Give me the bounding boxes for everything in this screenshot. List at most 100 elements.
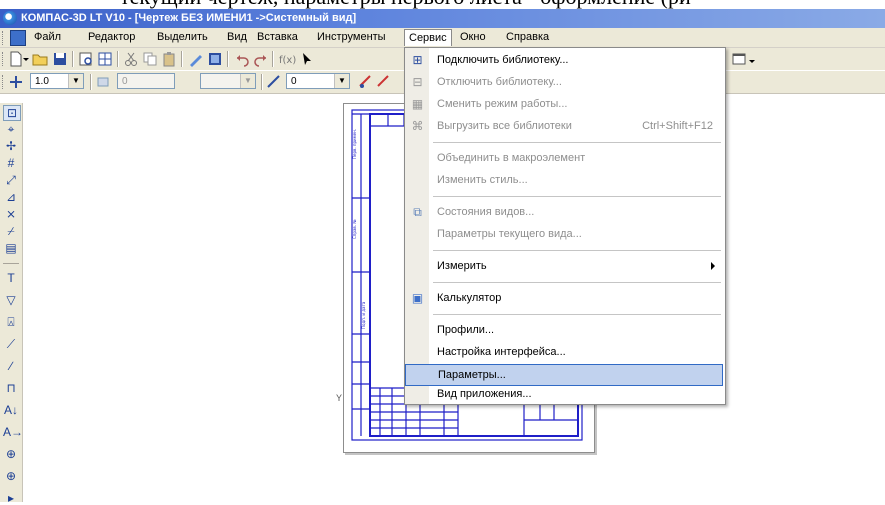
parametric-tab-icon[interactable]: ⤢ <box>3 173 19 187</box>
center-mark-icon[interactable]: ⊕ <box>3 469 19 483</box>
reports-tab-icon[interactable]: ▤ <box>3 241 19 255</box>
menu-item-label: Состояния видов... <box>437 206 535 218</box>
menu-separator <box>433 142 721 143</box>
menu-window[interactable]: Окно <box>456 31 490 43</box>
toolbar-separator <box>117 51 119 67</box>
origin-marker: Y <box>336 393 343 403</box>
pointer-help-icon[interactable] <box>300 51 316 67</box>
style-icon[interactable] <box>266 74 282 90</box>
geometry-tab-icon[interactable]: ⊡ <box>3 105 21 121</box>
menu-item-connect-library[interactable]: ⊞ Подключить библиотеку... <box>405 50 723 72</box>
symbols-tab-icon[interactable]: ✢ <box>3 139 19 153</box>
redo-icon[interactable] <box>253 51 269 67</box>
toolbar-grip[interactable] <box>2 52 6 66</box>
measure-tab-icon[interactable]: ⊿ <box>3 190 19 204</box>
menu-item-label: Параметры... <box>438 369 506 381</box>
view-arrow-icon[interactable]: A→ <box>3 425 23 439</box>
menu-item-unload-libraries[interactable]: ⌘ Выгрузить все библиотеки Ctrl+Shift+F1… <box>405 116 723 138</box>
section-line-icon[interactable]: A↓ <box>3 403 19 417</box>
datum-tool-icon[interactable]: ⍓ <box>3 315 19 329</box>
menu-item-label: Измерить <box>437 260 487 272</box>
toolbar-options-icon[interactable] <box>748 51 756 67</box>
menu-item-view-params[interactable]: Параметры текущего вида... <box>405 224 723 246</box>
svg-text:Подп. и дата: Подп. и дата <box>361 301 366 329</box>
function-icon[interactable]: f(x) <box>278 51 298 67</box>
mode-icon: ▦ <box>411 97 424 111</box>
menu-item-disconnect-library[interactable]: ⊟ Отключить библиотеку... <box>405 72 723 94</box>
menu-select[interactable]: Выделить <box>153 31 212 43</box>
menu-separator <box>433 250 721 251</box>
menu-item-label: Объединить в макроэлемент <box>437 152 586 164</box>
menubar-grip[interactable] <box>2 31 6 45</box>
toolbar-separator <box>227 51 229 67</box>
print-preview-icon[interactable] <box>78 51 94 67</box>
menu-insert[interactable]: Вставка <box>253 31 302 43</box>
cut-icon[interactable] <box>123 51 139 67</box>
document-caption: текущий чертеж, параметры первого листа … <box>0 0 885 9</box>
layer-combo[interactable]: 0 <box>117 73 175 89</box>
spec-tab-icon[interactable]: ⌿ <box>3 224 19 238</box>
menu-item-change-style[interactable]: Изменить стиль... <box>405 170 723 192</box>
style-combo[interactable]: 0 ▼ <box>286 73 350 89</box>
layer-icon[interactable] <box>96 74 112 90</box>
menu-item-label: Настройка интерфейса... <box>437 346 566 358</box>
roughness-tool-icon[interactable]: ▽ <box>3 293 19 307</box>
menu-item-profiles[interactable]: Профили... <box>405 320 723 342</box>
menu-view[interactable]: Вид <box>223 31 251 43</box>
undo-icon[interactable] <box>234 51 250 67</box>
menu-item-app-view[interactable]: Вид приложения... <box>405 386 723 404</box>
save-icon[interactable] <box>52 51 68 67</box>
menu-item-label: Выгрузить все библиотеки <box>437 120 572 132</box>
round-icon[interactable] <box>376 74 392 90</box>
paste-icon[interactable] <box>161 51 177 67</box>
leader-tool-icon[interactable]: ⟋ <box>3 337 19 351</box>
more-tools-icon[interactable]: ▸ <box>3 491 19 505</box>
compact-toolbar: ⊡ ⌖ ✢ # ⤢ ⊿ ⨯ ⌿ ▤ T ▽ ⍓ ⟋ ∕ ⊓ A↓ A→ ⊕ ⊕ … <box>0 103 23 505</box>
menu-item-label: Профили... <box>437 324 495 336</box>
menu-service[interactable]: Сервис <box>404 29 452 46</box>
window-icon[interactable] <box>731 51 747 67</box>
manager-icon[interactable] <box>207 51 223 67</box>
application-window: КОМПАС-3D LT V10 - [Чертеж БЕЗ ИМЕНИ1 ->… <box>0 9 885 505</box>
menu-edit[interactable]: Редактор <box>84 31 139 43</box>
snap-icon[interactable] <box>8 74 24 90</box>
copy-icon[interactable] <box>142 51 158 67</box>
menu-item-interface-settings[interactable]: Настройка интерфейса... <box>405 342 723 364</box>
table-tool-icon[interactable]: ⊓ <box>3 381 19 395</box>
menu-item-macro[interactable]: Объединить в макроэлемент <box>405 148 723 170</box>
menu-item-measure[interactable]: Измерить <box>405 256 723 278</box>
menu-item-calculator[interactable]: ▣ Калькулятор <box>405 288 723 310</box>
toolbar-separator <box>272 51 274 67</box>
tolerance-leader-icon[interactable]: ∕ <box>3 359 19 373</box>
calculator-icon: ▣ <box>411 291 424 305</box>
menu-item-change-mode[interactable]: ▦ Сменить режим работы... <box>405 94 723 116</box>
properties-icon[interactable] <box>188 51 204 67</box>
toolbar-grip[interactable] <box>2 75 6 89</box>
open-folder-icon[interactable] <box>32 51 48 67</box>
edit-tab-icon[interactable]: # <box>3 156 19 170</box>
app-logo-icon <box>3 11 17 25</box>
scale-combo[interactable]: 1.0 ▼ <box>30 73 84 89</box>
menu-item-label: Сменить режим работы... <box>437 98 568 110</box>
layer-dropdown[interactable]: ▼ <box>200 73 256 89</box>
menu-tools[interactable]: Инструменты <box>313 31 390 43</box>
select-tab-icon[interactable]: ⨯ <box>3 207 19 221</box>
menu-item-label: Подключить библиотеку... <box>437 54 569 66</box>
submenu-arrow-icon <box>711 262 715 270</box>
dimensions-tab-icon[interactable]: ⌖ <box>3 122 19 136</box>
caption-text: текущий чертеж, параметры первого листа … <box>120 0 691 9</box>
menu-item-view-states[interactable]: ⧉ Состояния видов... <box>405 202 723 224</box>
menu-file[interactable]: Файл <box>30 31 65 43</box>
chevron-down-icon[interactable]: ▼ <box>334 74 349 88</box>
chevron-down-icon[interactable]: ▼ <box>240 74 255 88</box>
text-tool-icon[interactable]: T <box>3 271 19 285</box>
chevron-down-icon[interactable]: ▼ <box>68 74 83 88</box>
svg-text:Справ. №: Справ. № <box>352 220 357 239</box>
menu-item-parameters[interactable]: Параметры... <box>405 364 723 386</box>
wavy-line-icon[interactable]: ⊕ <box>3 447 19 461</box>
orthogonal-icon[interactable] <box>358 74 374 90</box>
menu-help[interactable]: Справка <box>502 31 553 43</box>
page-setup-icon[interactable] <box>97 51 113 67</box>
document-icon[interactable] <box>10 30 26 46</box>
new-dropdown-icon[interactable] <box>22 51 30 67</box>
